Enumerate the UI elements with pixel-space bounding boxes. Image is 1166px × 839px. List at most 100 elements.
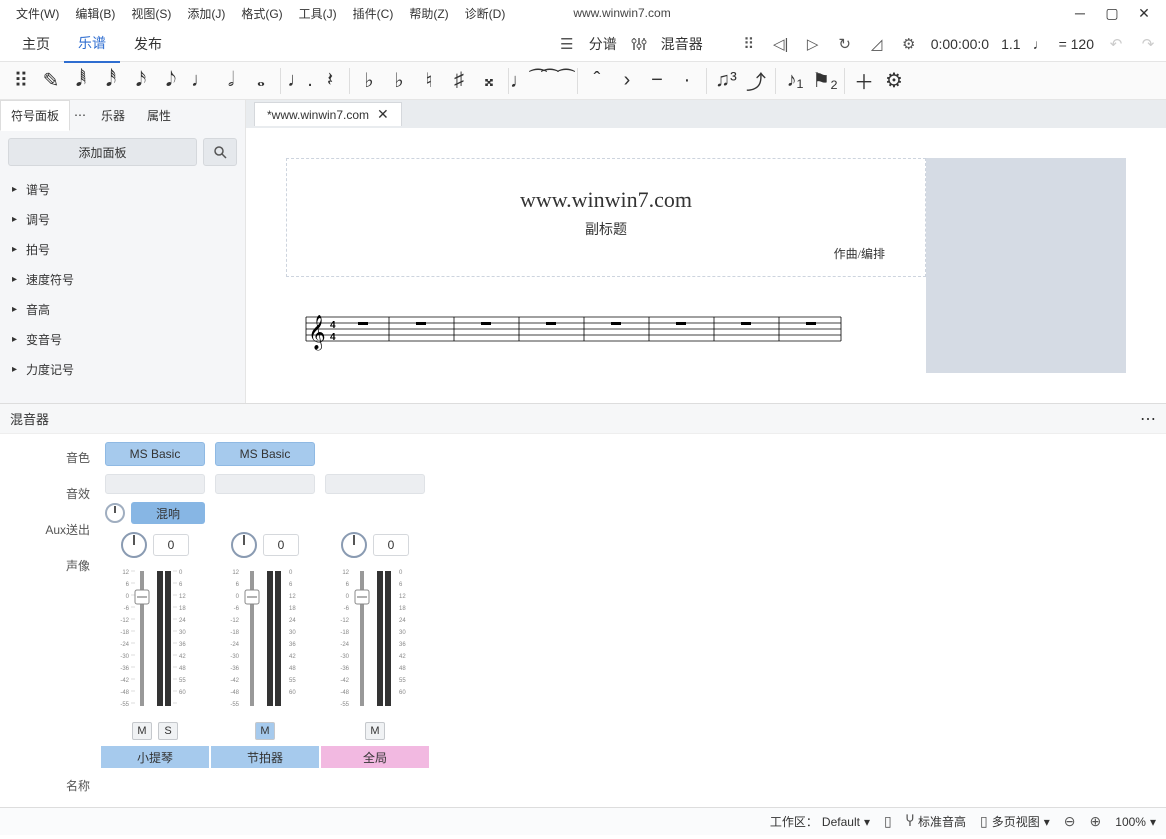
tab-score[interactable]: 乐谱 [64, 25, 120, 63]
palette-item-accidental[interactable]: ▸变音号 [0, 324, 245, 354]
lp-tab-instrument[interactable]: 乐器 [90, 100, 136, 131]
double-sharp-icon[interactable]: 𝄪 [474, 66, 504, 96]
midi-icon[interactable]: ▯ [884, 813, 892, 830]
rewind-icon[interactable]: ◁| [771, 34, 791, 54]
score-subtitle[interactable]: 副标题 [307, 219, 905, 239]
window-close-icon[interactable]: ✕ [1130, 3, 1158, 23]
note-16th-icon[interactable]: 𝅘𝅥𝅯 [126, 66, 156, 96]
flat2-icon[interactable]: ♭ [384, 66, 414, 96]
menu-tools[interactable]: 工具(J) [291, 1, 345, 26]
score-title[interactable]: www.winwin7.com [307, 187, 905, 213]
add-panel-button[interactable]: 添加面板 [8, 138, 197, 166]
chan-name-3[interactable]: 全局 [321, 746, 429, 768]
marcato-icon[interactable]: ˆ [582, 66, 612, 96]
close-tab-icon[interactable]: ✕ [377, 106, 389, 123]
flip-icon[interactable]: ⤴ [741, 66, 771, 96]
menu-add[interactable]: 添加(J) [179, 1, 233, 26]
fx-slot-1[interactable] [105, 474, 205, 494]
fader-3[interactable]: 1260-6-12-18-24-30-36-42-48-55 061218243… [325, 566, 425, 716]
loop-icon[interactable]: ↻ [835, 34, 855, 54]
document-tab[interactable]: *www.winwin7.com ✕ [254, 102, 402, 126]
menu-file[interactable]: 文件(W) [8, 1, 67, 26]
zoom-in-icon[interactable]: ⊕ [1090, 813, 1102, 830]
window-maximize-icon[interactable]: ▢ [1098, 3, 1126, 23]
redo-icon[interactable]: ↷ [1138, 34, 1158, 54]
chan-name-2[interactable]: 节拍器 [211, 746, 319, 768]
tuplet-icon[interactable]: ♫³ [711, 66, 741, 96]
window-minimize-icon[interactable]: ─ [1066, 3, 1094, 23]
score-composer[interactable]: 作曲/编排 [307, 245, 905, 262]
pan-knob-2[interactable] [231, 532, 257, 558]
mute-1[interactable]: M [132, 722, 152, 740]
pan-knob-1[interactable] [121, 532, 147, 558]
note-32nd-icon[interactable]: 𝅘𝅥𝅰 [96, 66, 126, 96]
pencil-icon[interactable]: ✎ [36, 66, 66, 96]
pan-knob-3[interactable] [341, 532, 367, 558]
menu-help[interactable]: 帮助(Z) [401, 1, 456, 26]
note-64th-icon[interactable]: 𝅘𝅥𝅱 [66, 66, 96, 96]
note-8th-icon[interactable]: 𝅘𝅥𝅮 [156, 66, 186, 96]
grip-icon[interactable]: ⠿ [6, 66, 36, 96]
fx-slot-3[interactable] [325, 474, 425, 494]
menu-plugins[interactable]: 插件(C) [345, 1, 402, 26]
lp-tab-property[interactable]: 属性 [136, 100, 182, 131]
gear2-icon[interactable]: ⚙ [879, 66, 909, 96]
tie-icon[interactable]: ♩⁀ [513, 66, 543, 96]
voice2-icon[interactable]: ⚑₂ [810, 66, 840, 96]
mute-2[interactable]: M [255, 722, 275, 740]
zoom-out-icon[interactable]: ⊖ [1064, 813, 1076, 830]
menu-edit[interactable]: 编辑(B) [67, 1, 123, 26]
settings-icon[interactable]: ⚙ [899, 34, 919, 54]
pan-value-1[interactable]: 0 [153, 534, 189, 556]
play-icon[interactable]: ▷ [803, 34, 823, 54]
natural-icon[interactable]: ♮ [414, 66, 444, 96]
aux-knob-1[interactable] [105, 503, 125, 523]
menu-view[interactable]: 视图(S) [123, 1, 179, 26]
palette-item-clefs[interactable]: ▸谱号 [0, 174, 245, 204]
sound-select-2[interactable]: MS Basic [215, 442, 315, 466]
mute-3[interactable]: M [365, 722, 385, 740]
lp-tab-palette[interactable]: 符号面板 [0, 100, 70, 131]
note-quarter-icon[interactable]: ♩ [186, 66, 216, 96]
metronome-icon[interactable]: ◿ [867, 34, 887, 54]
tab-publish[interactable]: 发布 [120, 26, 176, 62]
dot-icon[interactable]: ♩. [285, 66, 315, 96]
rest-icon[interactable]: 𝄽 [315, 66, 345, 96]
reverb-button-1[interactable]: 混响 [131, 502, 205, 524]
menu-diag[interactable]: 诊断(D) [457, 1, 514, 26]
slur-icon[interactable]: ⁀⁀ [543, 66, 573, 96]
note-whole-icon[interactable]: 𝅝 [246, 66, 276, 96]
palette-item-timesig[interactable]: ▸拍号 [0, 234, 245, 264]
add-icon[interactable]: ＋ [849, 66, 879, 96]
note-half-icon[interactable]: 𝅗𝅥 [216, 66, 246, 96]
mixer-label[interactable]: 混音器 [661, 34, 703, 54]
fx-slot-2[interactable] [215, 474, 315, 494]
flat-icon[interactable]: ♭ [354, 66, 384, 96]
fader-1[interactable]: 1260-6 -12-18-24-30 -36-42-48-55 061218 … [105, 566, 205, 716]
undo-icon[interactable]: ↶ [1106, 34, 1126, 54]
palette-item-dynamics[interactable]: ▸力度记号 [0, 354, 245, 384]
fader-2[interactable]: 1260-6-12-18-24-30-36-42-48-55 061218243… [215, 566, 315, 716]
concert-pitch[interactable]: Ⴤ标准音高 [906, 813, 966, 830]
staccato-icon[interactable]: · [672, 66, 702, 96]
mixer-sliders-icon[interactable] [629, 34, 649, 54]
mixer-more-icon[interactable]: ⋯ [1140, 409, 1156, 429]
tenuto-icon[interactable]: − [642, 66, 672, 96]
tab-home[interactable]: 主页 [8, 26, 64, 62]
search-button[interactable] [203, 138, 237, 166]
score-page[interactable]: www.winwin7.com 副标题 作曲/编排 [286, 158, 926, 373]
palette-item-keysig[interactable]: ▸调号 [0, 204, 245, 234]
sharp-icon[interactable]: ♯ [444, 66, 474, 96]
staff[interactable]: 𝄞 4 4 [286, 307, 926, 360]
lp-more-icon[interactable]: ⋯ [70, 108, 90, 122]
workspace-selector[interactable]: 工作区：Default▾ [770, 813, 870, 830]
voice1-icon[interactable]: ♪₁ [780, 66, 810, 96]
parts-label[interactable]: 分谱 [589, 34, 617, 54]
view-selector[interactable]: ▯多页视图▾ [980, 813, 1050, 830]
sound-select-1[interactable]: MS Basic [105, 442, 205, 466]
chan-name-1[interactable]: 小提琴 [101, 746, 209, 768]
accent-icon[interactable]: › [612, 66, 642, 96]
solo-1[interactable]: S [158, 722, 178, 740]
menu-format[interactable]: 格式(G) [233, 1, 290, 26]
drag-dots-icon[interactable]: ⠿ [739, 34, 759, 54]
